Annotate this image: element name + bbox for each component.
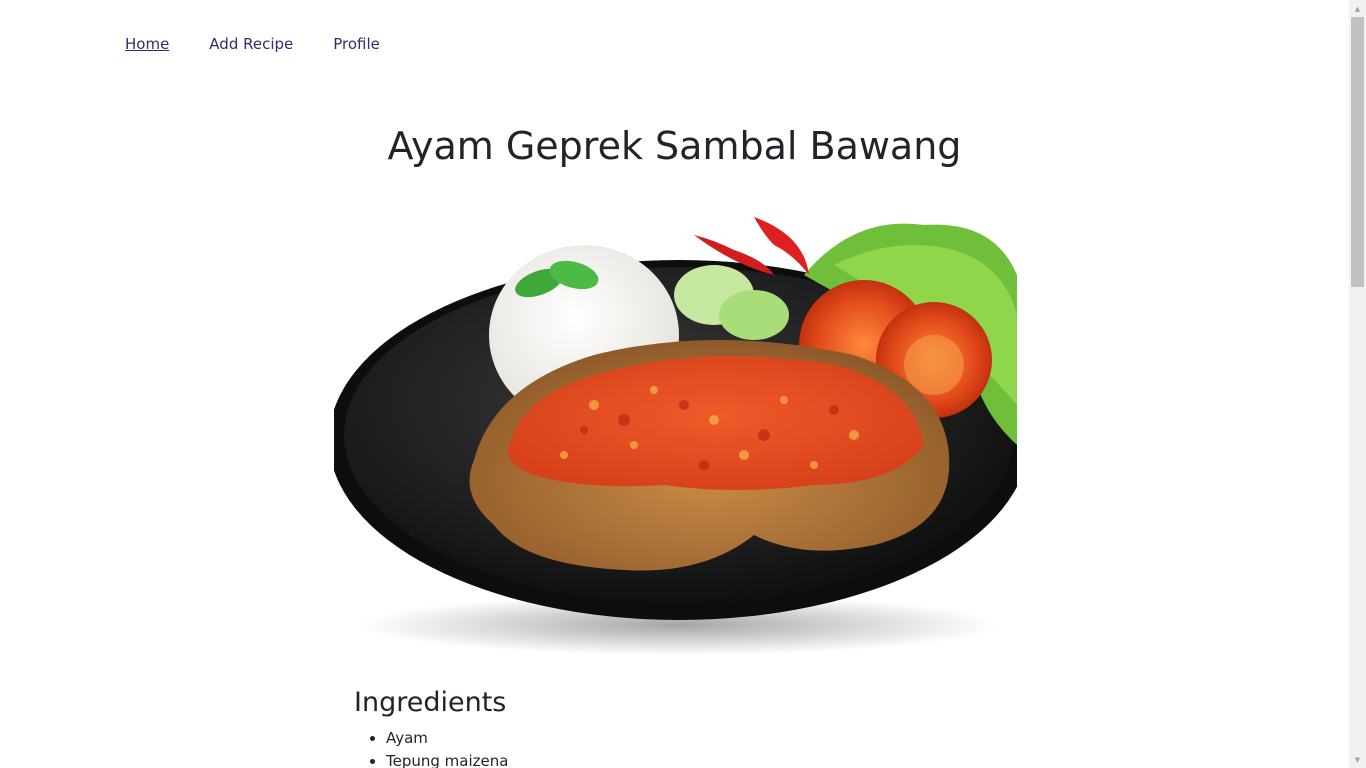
arrow-up-icon[interactable]: ▲ — [1349, 0, 1366, 17]
main-nav: Home Add Recipe Profile — [125, 32, 380, 56]
scrollbar-thumb[interactable] — [1351, 17, 1364, 287]
ingredients-list: Ayam Tepung maizena — [386, 727, 508, 768]
vertical-scrollbar[interactable]: ▲ ▼ — [1349, 0, 1366, 768]
ingredients-heading: Ingredients — [354, 687, 507, 718]
recipe-image — [334, 205, 1017, 660]
nav-link-home[interactable]: Home — [125, 32, 169, 56]
nav-link-profile[interactable]: Profile — [333, 32, 380, 56]
ingredient-item: Tepung maizena — [386, 750, 508, 768]
arrow-down-icon[interactable]: ▼ — [1349, 751, 1366, 768]
nav-link-add-recipe[interactable]: Add Recipe — [209, 32, 293, 56]
recipe-title: Ayam Geprek Sambal Bawang — [387, 124, 962, 168]
ingredient-item: Ayam — [386, 727, 508, 750]
